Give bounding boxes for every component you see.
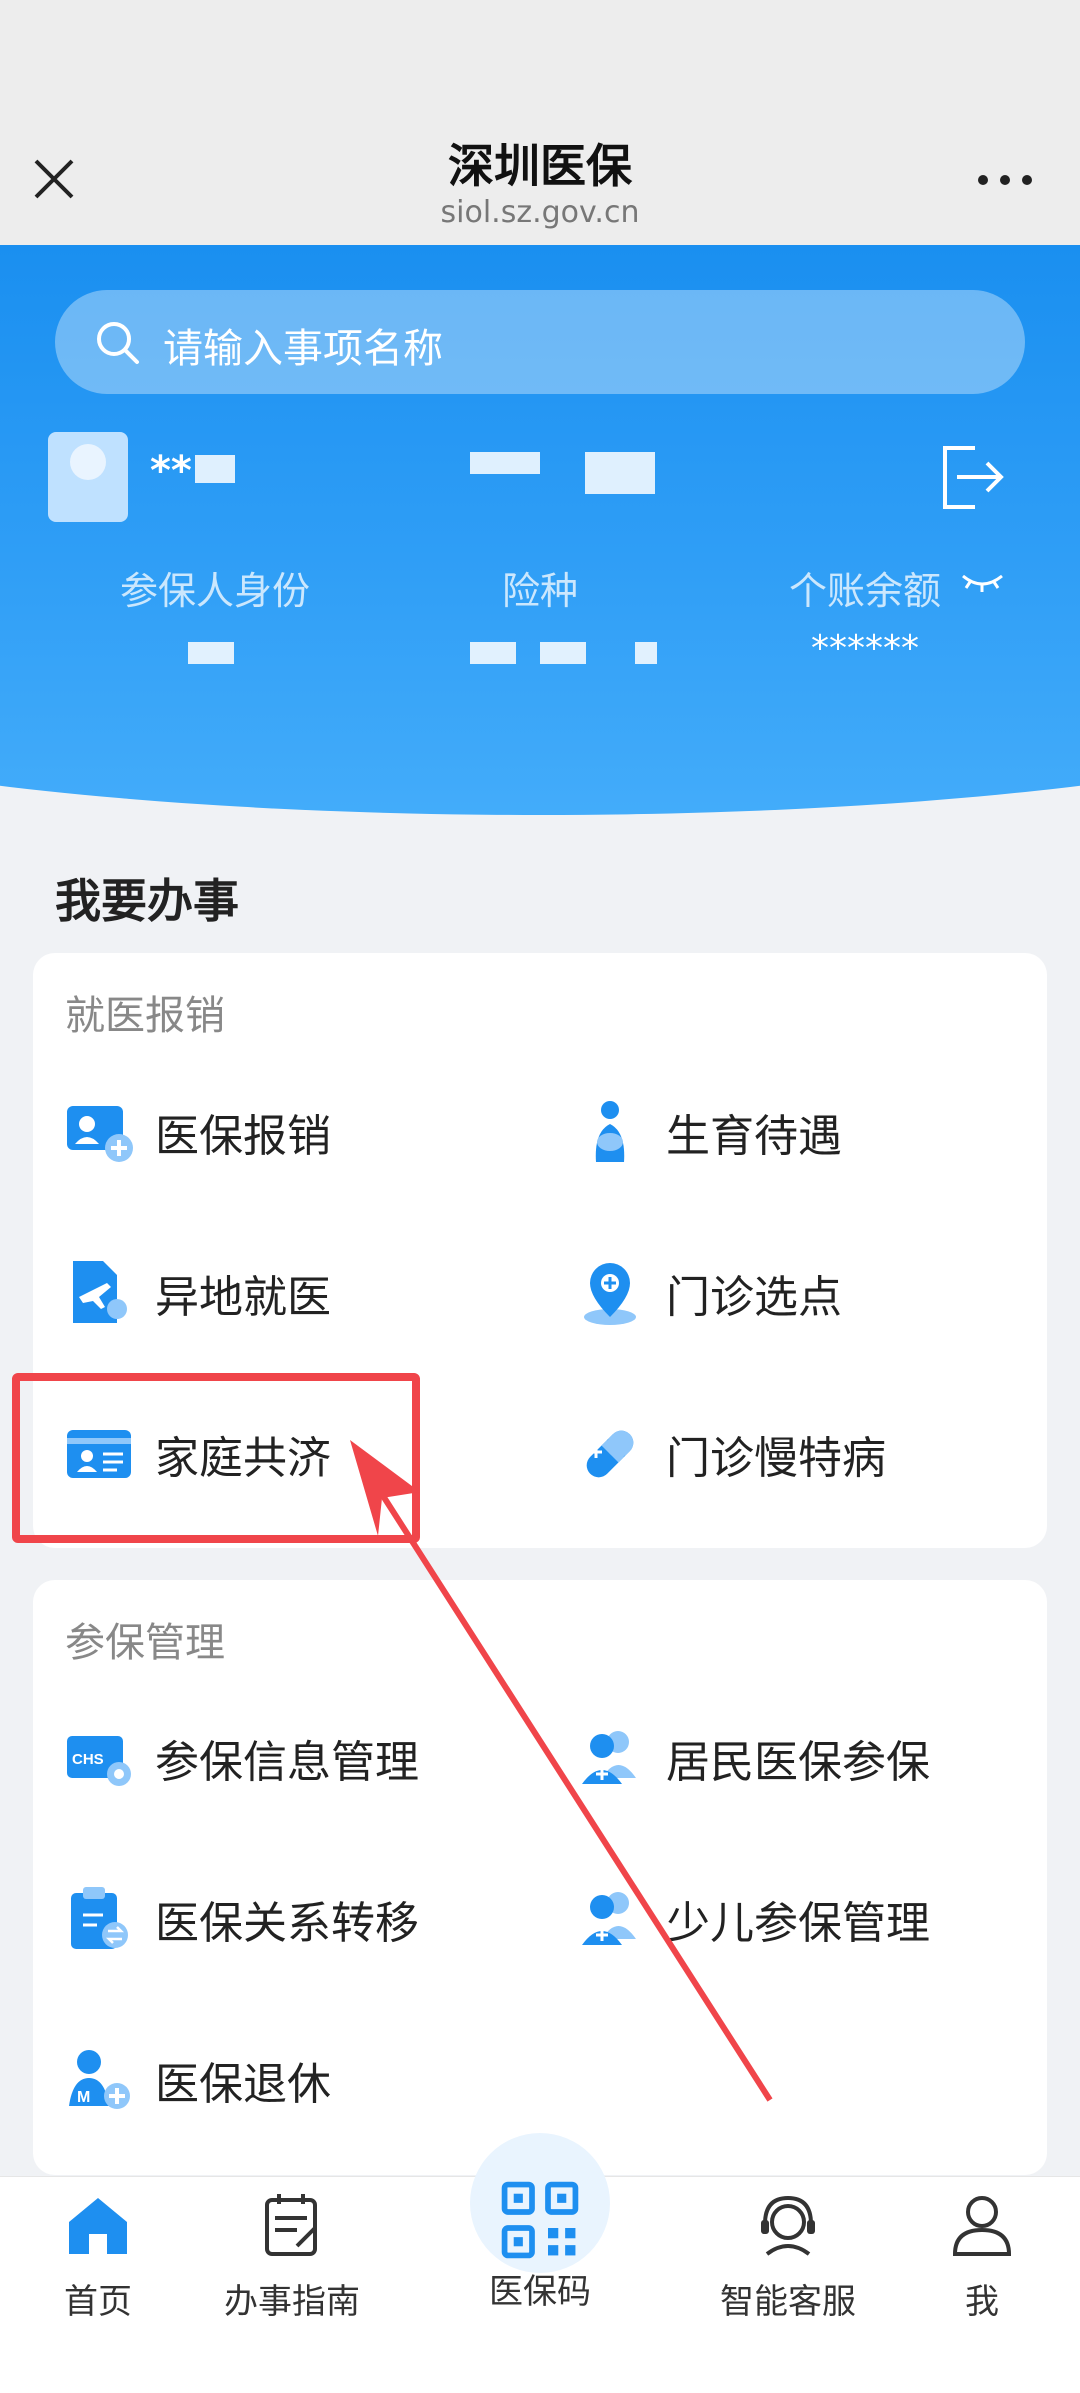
nav-customer-service[interactable]: 智能客服 [688, 2190, 888, 2323]
search-placeholder: 请输入事项名称 [163, 326, 443, 372]
service-label: 医保退休 [155, 2059, 331, 2110]
guide-icon [265, 2194, 317, 2256]
annotation-arrow [350, 1440, 773, 2102]
service-maternity[interactable]: 生育待遇 [574, 1092, 842, 1172]
title-bar: 深圳医保 siol.sz.gov.cn [0, 0, 1080, 245]
qr-code-icon [501, 2181, 579, 2259]
section-title: 我要办事 [55, 874, 239, 928]
service-label: 异地就医 [155, 1272, 331, 1323]
home-icon [69, 2198, 127, 2254]
user-plus-card-icon [67, 1106, 133, 1162]
masked-name [195, 455, 235, 483]
stat-label-identity: 参保人身份 [119, 569, 310, 613]
page-url: siol.sz.gov.cn [440, 195, 640, 230]
user-icon [952, 2196, 1012, 2256]
chs-card-gear-icon: CHS [67, 1736, 131, 1786]
nav-label: 我 [965, 2282, 999, 2322]
service-medical-reimbursement[interactable]: 医保报销 [63, 1092, 331, 1172]
svg-text:M: M [77, 2089, 90, 2106]
retire-person-icon: M [69, 2050, 130, 2109]
nav-guide[interactable]: 办事指南 [192, 2190, 392, 2323]
masked-insurance-value [540, 642, 586, 664]
nav-label: 医保码 [489, 2272, 591, 2312]
stat-label-balance: 个账余额 [788, 569, 941, 613]
stat-label-insurance-type: 险种 [501, 569, 578, 613]
service-label: 医保报销 [155, 1111, 331, 1162]
masked-identity-value [188, 642, 234, 664]
service-retirement[interactable]: M 医保退休 [63, 2040, 331, 2120]
customer-service-icon [761, 2195, 815, 2256]
nav-qr-code[interactable]: 医保码 [440, 2181, 640, 2313]
nav-label: 智能客服 [720, 2282, 856, 2322]
svg-text:CHS: CHS [72, 1751, 104, 1768]
masked-insurance-value [470, 642, 516, 664]
nav-label: 办事指南 [224, 2282, 360, 2322]
balance-value: ****** [811, 628, 919, 669]
service-label: 生育待遇 [666, 1111, 842, 1162]
plane-person-icon [73, 1261, 127, 1323]
masked-id [470, 452, 540, 474]
user-name: ** [150, 448, 192, 494]
service-remote-medical[interactable]: 异地就医 [63, 1253, 331, 1333]
group-title: 就医报销 [65, 993, 225, 1039]
nav-home[interactable]: 首页 [0, 2190, 198, 2323]
avatar [48, 432, 128, 522]
nav-me[interactable]: 我 [882, 2190, 1080, 2323]
maternity-icon [595, 1101, 625, 1162]
location-pin-icon [584, 1263, 636, 1325]
search-bar[interactable]: 请输入事项名称 [55, 290, 1025, 394]
service-outpatient-selection[interactable]: 门诊选点 [574, 1253, 842, 1333]
nav-label: 首页 [64, 2282, 132, 2322]
search-icon [97, 322, 139, 364]
service-label: 门诊选点 [666, 1272, 842, 1323]
group-title: 参保管理 [65, 1620, 225, 1666]
more-icon[interactable] [975, 170, 1035, 190]
masked-id [585, 452, 655, 494]
page-title: 深圳医保 [448, 139, 632, 193]
logout-icon[interactable] [935, 440, 1010, 515]
clipboard-transfer-icon [71, 1887, 128, 1949]
masked-insurance-value [635, 642, 657, 664]
eye-closed-icon[interactable] [960, 570, 1005, 594]
